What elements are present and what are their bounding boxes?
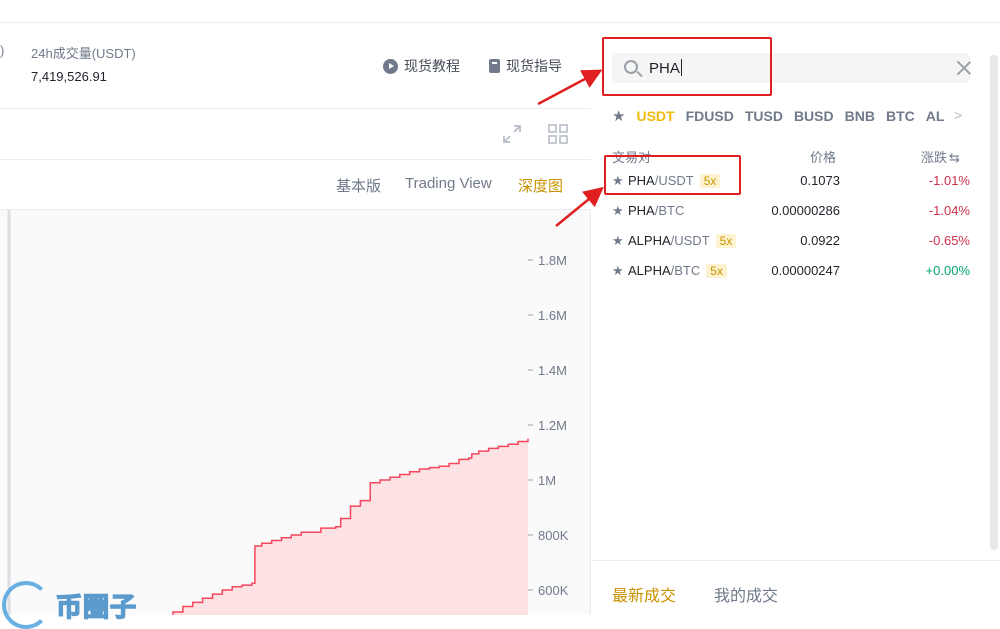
spot-tutorial-link[interactable]: 现货教程 xyxy=(383,56,460,76)
depth-chart: 1.8M 1.6M 1.4M 1.2M 1M 800K 600K xyxy=(7,210,569,615)
pair-change: +0.00% xyxy=(925,263,970,278)
y-tick-label: 1.4M xyxy=(538,363,567,378)
view-tradingview-tab[interactable]: Trading View xyxy=(405,175,492,192)
highlight-box-search xyxy=(602,37,772,96)
pair-price: 0.00000247 xyxy=(771,263,840,278)
quote-tab-tusd[interactable]: TUSD xyxy=(745,108,783,124)
pair-row[interactable]: ★ ALPHA/USDT 5x 0.0922 -0.65% xyxy=(612,230,972,254)
pair-price: 0.00000286 xyxy=(771,203,840,218)
chart-panel: ) 24h成交量(USDT) 7,419,526.91 现货教程 现货指导 基本… xyxy=(0,23,591,629)
spot-guide-label: 现货指导 xyxy=(506,58,562,74)
star-icon[interactable]: ★ xyxy=(612,203,624,219)
pair-quote: /USDT xyxy=(670,233,710,248)
volume-value: 7,419,526.91 xyxy=(31,69,107,84)
quote-tab-fdusd[interactable]: FDUSD xyxy=(686,108,734,124)
pair-base: ALPHA xyxy=(628,263,671,278)
trade-history-tabs: 最新成交 我的成交 xyxy=(592,560,1000,615)
y-tick-label: 800K xyxy=(538,528,569,543)
y-tick-label: 1M xyxy=(538,473,556,488)
view-basic-tab[interactable]: 基本版 xyxy=(336,175,381,196)
y-tick-label: 1.2M xyxy=(538,418,567,433)
favorites-star-icon[interactable]: ★ xyxy=(612,107,625,125)
tab-my-trades[interactable]: 我的成交 xyxy=(714,582,778,606)
book-icon xyxy=(489,59,500,73)
play-icon xyxy=(383,58,398,74)
pair-row[interactable]: ★ PHA/BTC 0.00000286 -1.04% xyxy=(612,200,972,224)
quote-asset-tabs: ★ USDT FDUSD TUSD BUSD BNB BTC AL xyxy=(612,107,952,125)
chart-view-switcher xyxy=(0,160,591,210)
top-bar xyxy=(0,0,1000,23)
highlight-box-pair xyxy=(604,155,741,195)
view-depth-tab[interactable]: 深度图 xyxy=(518,175,563,196)
pair-change: -0.65% xyxy=(928,233,970,248)
pair-quote: /BTC xyxy=(670,263,701,278)
quote-tab-more[interactable]: AL xyxy=(926,108,945,124)
market-panel: PHA ★ USDT FDUSD TUSD BUSD BNB BTC AL > … xyxy=(592,23,1000,615)
pair-change: -1.01% xyxy=(928,173,970,188)
volume-label: 24h成交量(USDT) xyxy=(31,46,136,61)
leverage-badge: 5x xyxy=(706,264,727,278)
col-header-price[interactable]: 价格 xyxy=(810,147,836,166)
quote-tab-busd[interactable]: BUSD xyxy=(794,108,834,124)
tab-latest-trades[interactable]: 最新成交 xyxy=(612,582,676,606)
watermark: 币圈子 xyxy=(2,581,137,629)
spot-tutorial-label: 现货教程 xyxy=(404,58,460,74)
scrollbar[interactable] xyxy=(990,55,998,550)
leverage-badge: 5x xyxy=(715,234,737,248)
quote-tab-usdt[interactable]: USDT xyxy=(636,108,674,124)
ticker-stats-bar: ) 24h成交量(USDT) 7,419,526.91 现货教程 现货指导 xyxy=(0,23,591,109)
pair-base: ALPHA xyxy=(628,233,671,248)
quote-tab-bnb[interactable]: BNB xyxy=(845,108,875,124)
chevron-right-icon[interactable]: > xyxy=(954,107,962,123)
col-header-change-label: 涨跌 xyxy=(921,150,948,165)
spot-guide-link[interactable]: 现货指导 xyxy=(489,56,562,76)
y-tick-label: 1.6M xyxy=(538,308,567,323)
star-icon[interactable]: ★ xyxy=(612,263,624,279)
y-tick-label: 600K xyxy=(538,583,569,598)
pair-quote: /BTC xyxy=(654,203,685,218)
pair-price: 0.1073 xyxy=(800,173,840,188)
watermark-text: 币圈子 xyxy=(55,591,138,623)
watermark-logo-icon xyxy=(2,581,50,629)
truncated-stat: ) xyxy=(0,43,5,58)
pair-row[interactable]: ★ ALPHA/BTC 5x 0.00000247 +0.00% xyxy=(612,260,972,284)
pair-change: -1.04% xyxy=(928,203,970,218)
clear-icon[interactable] xyxy=(955,59,973,77)
layout-grid-icon[interactable] xyxy=(548,124,568,144)
y-tick-label: 1.8M xyxy=(538,253,567,268)
pair-base: PHA xyxy=(628,203,655,218)
asks-area xyxy=(104,438,528,615)
col-header-change[interactable]: 涨跌 ⇆ xyxy=(921,147,960,166)
expand-icon[interactable] xyxy=(502,124,522,144)
pair-price: 0.0922 xyxy=(800,233,840,248)
star-icon[interactable]: ★ xyxy=(612,233,624,249)
swap-icon[interactable]: ⇆ xyxy=(949,150,960,165)
quote-tab-btc[interactable]: BTC xyxy=(886,108,915,124)
